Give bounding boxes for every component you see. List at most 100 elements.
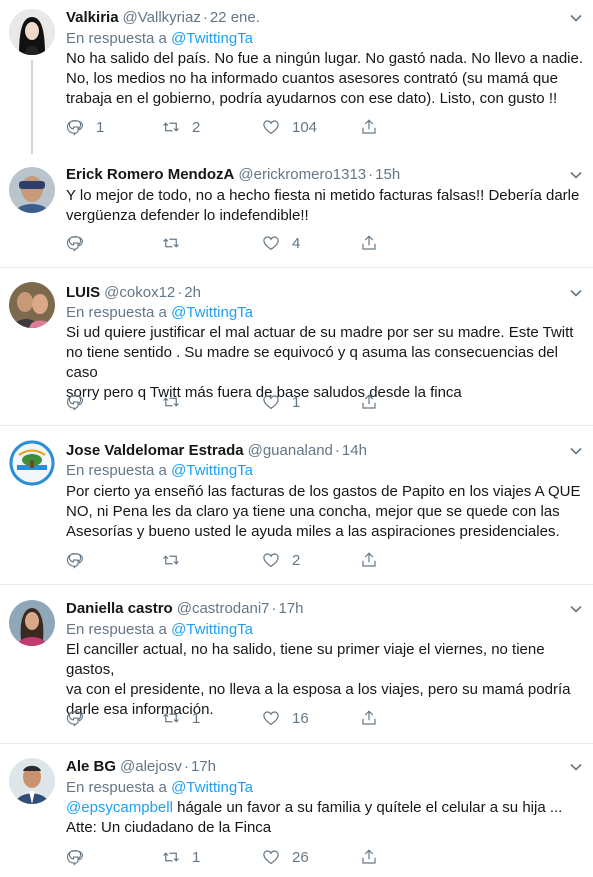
like-icon: [263, 120, 279, 135]
timestamp[interactable]: 17h: [191, 758, 216, 775]
share-button[interactable]: [360, 847, 390, 867]
share-icon: [362, 552, 376, 567]
retweet-icon: [163, 122, 179, 132]
timestamp[interactable]: 22 ene.: [210, 9, 260, 26]
reply-context: En respuesta a @TwittingTa: [66, 779, 253, 796]
chevron-down-icon[interactable]: [569, 760, 583, 774]
retweet-count: 1: [192, 848, 201, 866]
action-bar: 1 26: [66, 847, 396, 867]
timestamp[interactable]: 17h: [279, 600, 304, 617]
retweet-button[interactable]: [162, 233, 192, 253]
share-button[interactable]: [360, 550, 390, 570]
reply-button[interactable]: [66, 708, 96, 728]
avatar[interactable]: [9, 282, 55, 328]
reply-button[interactable]: [66, 233, 96, 253]
retweet-icon: [163, 238, 179, 248]
retweet-button[interactable]: [162, 392, 192, 412]
tweet[interactable]: Valkiria @Vallkyriaz · 22 ene. En respuesta…: [0, 0, 593, 154]
tweet[interactable]: Ale BG @alejosv · 17h En respuesta a @Twitt…: [0, 744, 593, 877]
tweet[interactable]: Daniella castro @castrodani7 · 17h En respu…: [0, 585, 593, 743]
reply-icon: [66, 850, 84, 866]
reply-button[interactable]: [66, 550, 96, 570]
user-name[interactable]: Daniella castro: [66, 600, 173, 617]
reply-to-link[interactable]: @TwittingTa: [171, 779, 253, 796]
user-handle[interactable]: @guanaland: [248, 442, 333, 459]
timestamp[interactable]: 15h: [375, 166, 400, 183]
user-name[interactable]: Erick Romero MendozA: [66, 166, 234, 183]
retweet-button[interactable]: 1: [162, 847, 200, 867]
chevron-down-icon[interactable]: [569, 444, 583, 458]
share-button[interactable]: [360, 392, 390, 412]
share-button[interactable]: [360, 708, 390, 728]
chevron-down-icon[interactable]: [569, 168, 583, 182]
like-button[interactable]: 16: [262, 708, 309, 728]
share-button[interactable]: [360, 233, 390, 253]
like-button[interactable]: 1: [262, 392, 300, 412]
action-bar: 1: [66, 392, 396, 412]
user-handle[interactable]: @cokox12: [104, 284, 175, 301]
tweet[interactable]: LUIS @cokox12 · 2h En respuesta a @Twitting…: [0, 268, 593, 424]
thread-line: [31, 60, 33, 154]
user-handle[interactable]: @erickromero1313: [238, 166, 366, 183]
like-count: 104: [292, 118, 318, 136]
tweet-text: @epsycampbell hágale un favor a su famil…: [66, 799, 563, 836]
mention-link[interactable]: @epsycampbell: [66, 799, 173, 816]
like-button[interactable]: 2: [262, 550, 300, 570]
share-icon: [362, 119, 376, 134]
like-button[interactable]: 104: [262, 117, 317, 137]
reply-context: En respuesta a @TwittingTa: [66, 304, 253, 321]
tweet-text: Por cierto ya enseñó las facturas de los…: [66, 483, 581, 540]
reply-icon: [66, 553, 84, 569]
retweet-icon: [163, 397, 179, 407]
reply-icon: [66, 236, 84, 252]
reply-button[interactable]: [66, 392, 96, 412]
avatar[interactable]: [9, 440, 55, 486]
reply-to-link[interactable]: @TwittingTa: [171, 462, 253, 479]
reply-context: En respuesta a @TwittingTa: [66, 621, 253, 638]
tweet-header: LUIS @cokox12 · 2h: [66, 284, 201, 301]
timestamp[interactable]: 14h: [342, 442, 367, 459]
tweet-text: Y lo mejor de todo, no a hecho fiesta ni…: [66, 187, 580, 224]
action-bar: 4: [66, 233, 396, 253]
user-handle[interactable]: @alejosv: [120, 758, 182, 775]
user-name[interactable]: Jose Valdelomar Estrada: [66, 442, 244, 459]
retweet-button[interactable]: 1: [162, 708, 200, 728]
share-button[interactable]: [360, 117, 390, 137]
like-icon: [263, 553, 279, 568]
reply-button[interactable]: 1: [66, 117, 104, 137]
retweet-button[interactable]: [162, 550, 192, 570]
timestamp[interactable]: 2h: [184, 284, 201, 301]
tweet[interactable]: Jose Valdelomar Estrada @guanaland · 14h En…: [0, 426, 593, 584]
reply-context: En respuesta a @TwittingTa: [66, 462, 253, 479]
reply-to-link[interactable]: @TwittingTa: [171, 304, 253, 321]
tweet[interactable]: Erick Romero MendozA @erickromero1313 · 15h…: [0, 155, 593, 267]
retweet-icon: [163, 713, 179, 723]
reply-button[interactable]: [66, 847, 96, 867]
reply-icon: [66, 395, 84, 411]
like-button[interactable]: 4: [262, 233, 300, 253]
avatar[interactable]: [9, 9, 55, 55]
reply-to-link[interactable]: @TwittingTa: [171, 30, 253, 47]
user-name[interactable]: LUIS: [66, 284, 100, 301]
chevron-down-icon[interactable]: [569, 602, 583, 616]
avatar[interactable]: [9, 600, 55, 646]
tweet-header: Jose Valdelomar Estrada @guanaland · 14h: [66, 442, 367, 459]
retweet-count: 2: [192, 118, 201, 136]
chevron-down-icon[interactable]: [569, 286, 583, 300]
tweet-text: Si ud quiere justificar el mal actuar de…: [66, 324, 574, 401]
user-handle[interactable]: @Vallkyriaz: [123, 9, 201, 26]
reply-icon: [66, 711, 84, 727]
avatar[interactable]: [9, 167, 55, 213]
reply-count: 1: [96, 118, 105, 136]
like-count: 16: [292, 709, 309, 727]
share-icon: [362, 849, 376, 864]
retweet-button[interactable]: 2: [162, 117, 200, 137]
user-handle[interactable]: @castrodani7: [177, 600, 270, 617]
reply-icon: [66, 120, 84, 136]
user-name[interactable]: Valkiria: [66, 9, 119, 26]
reply-to-link[interactable]: @TwittingTa: [171, 621, 253, 638]
user-name[interactable]: Ale BG: [66, 758, 116, 775]
like-button[interactable]: 26: [262, 847, 309, 867]
avatar[interactable]: [9, 758, 55, 804]
chevron-down-icon[interactable]: [569, 11, 583, 25]
